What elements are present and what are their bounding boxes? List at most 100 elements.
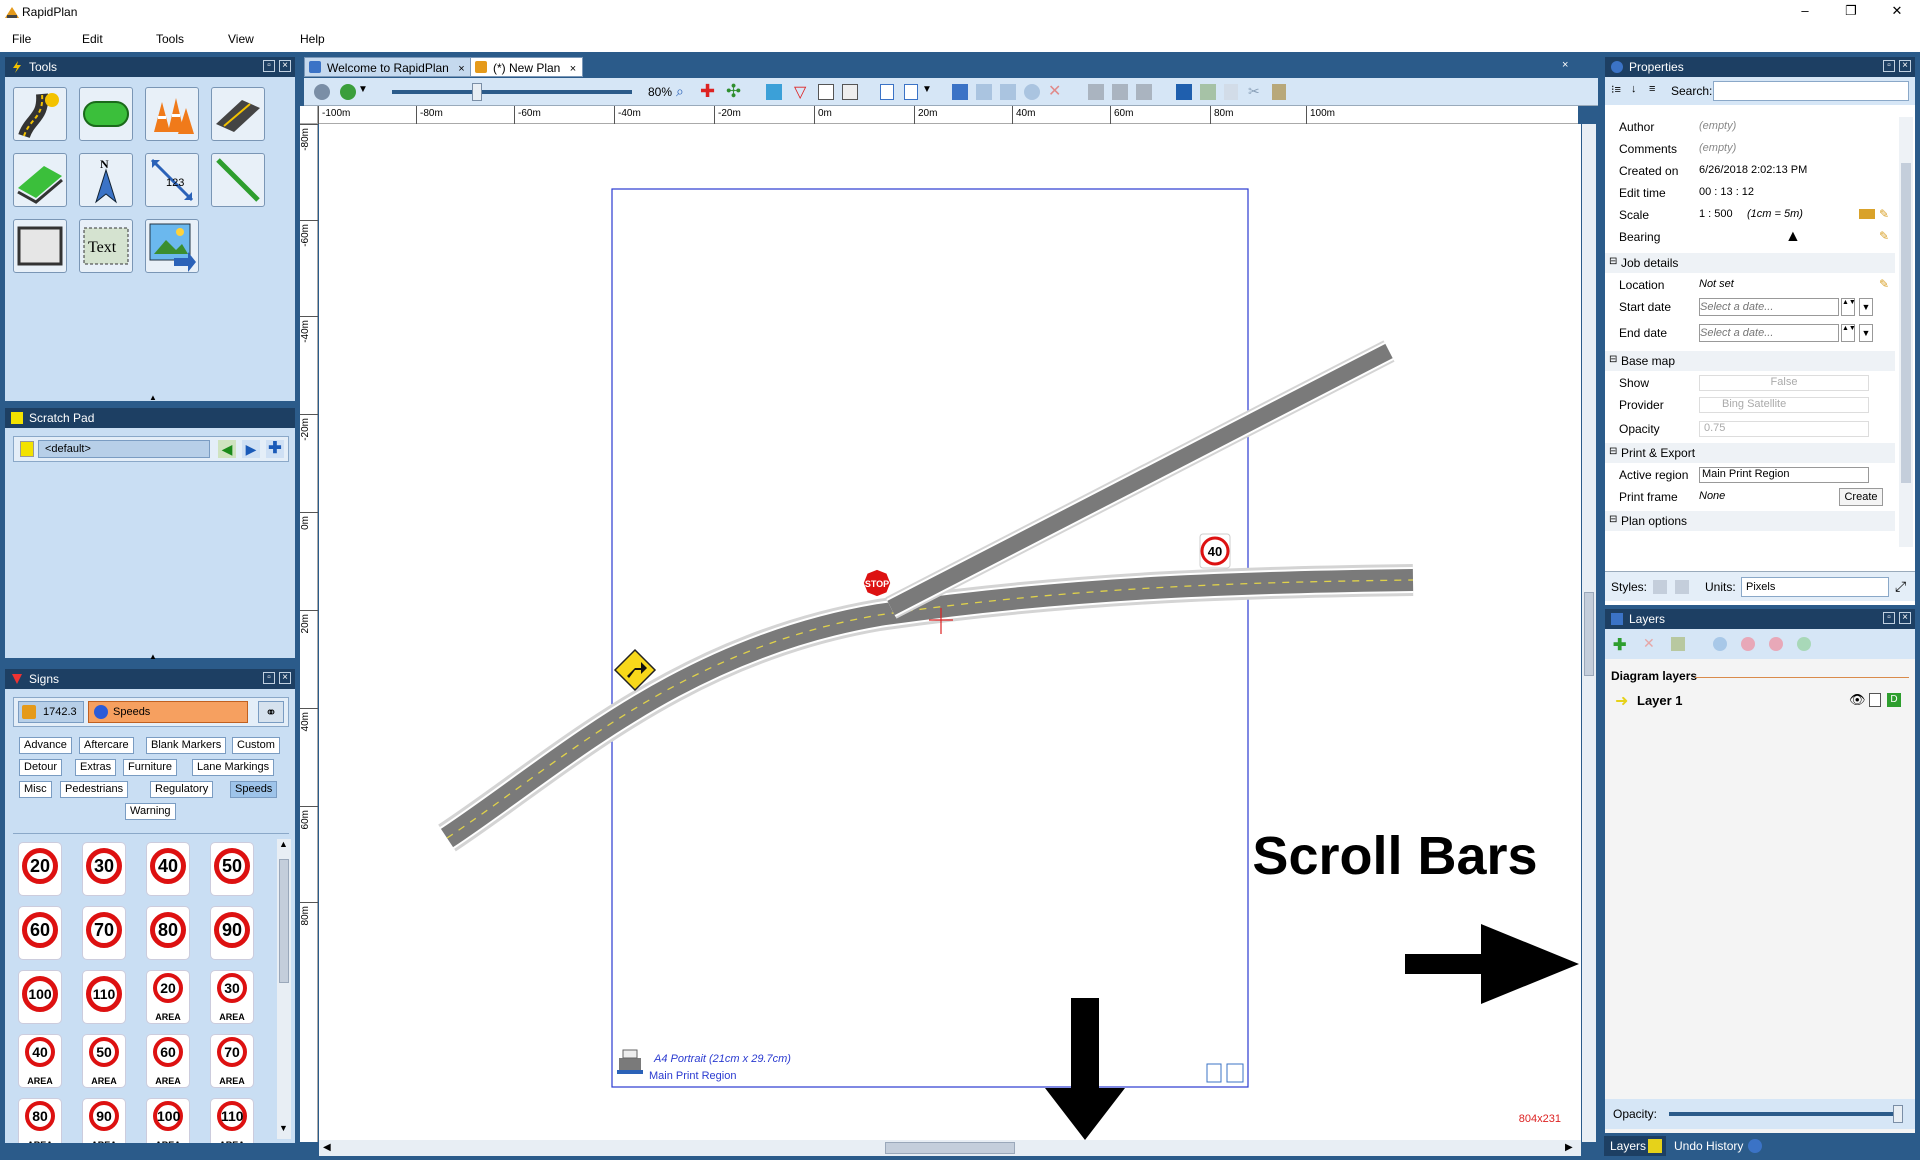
prop-comments[interactable]: Comments (empty) <box>1605 139 1895 159</box>
categorized-icon[interactable]: ⁝≡ <box>1611 83 1621 96</box>
chip-custom[interactable]: Custom <box>232 737 280 754</box>
plan-canvas[interactable]: STOP 40 A4 Portrait (21cm x 29.7cm) Main… <box>319 124 1581 1140</box>
close-tab-icon[interactable]: × <box>570 63 576 75</box>
calendar-dropdown-icon[interactable]: ▼ <box>1859 324 1873 342</box>
chip-furniture[interactable]: Furniture <box>123 759 178 776</box>
copy-icon[interactable] <box>1224 84 1238 100</box>
north-arrow-tool[interactable]: N <box>79 153 133 207</box>
scratch-default-select[interactable]: <default> <box>38 440 210 458</box>
sign-scrollbar[interactable]: ▲ ▼ <box>277 839 291 1139</box>
sign-category-select[interactable]: Speeds <box>88 701 248 723</box>
layer-opacity-thumb[interactable] <box>1893 1105 1903 1123</box>
chip-speeds[interactable]: Speeds <box>230 781 278 798</box>
style-copy-icon[interactable] <box>1675 580 1689 594</box>
section-print-export[interactable]: ⊟ Print & Export <box>1605 443 1895 463</box>
north-icon[interactable]: ✣ <box>726 81 741 102</box>
add-icon[interactable]: ✚ <box>266 440 284 458</box>
rotate-icon[interactable] <box>1024 84 1040 100</box>
paste-icon[interactable] <box>1272 84 1286 100</box>
binoculars-icon[interactable]: ⚭ <box>258 701 284 723</box>
next-arrow-icon[interactable]: ▶ <box>242 440 260 458</box>
opacity-input[interactable]: 0.75 <box>1699 421 1869 437</box>
previous-arrow-icon[interactable]: ◀ <box>218 440 236 458</box>
restore-button[interactable]: ❐ <box>1828 0 1874 24</box>
delete-layer-icon[interactable]: ✕ <box>1643 635 1655 652</box>
create-button[interactable]: Create <box>1839 488 1883 506</box>
scroll-right-icon[interactable]: ▶ <box>1565 1142 1573 1153</box>
list-icon[interactable]: ≡ <box>1649 83 1655 95</box>
grass-tool[interactable] <box>13 153 67 207</box>
delete-icon[interactable]: ✕ <box>1048 81 1061 101</box>
image-layer-icon[interactable] <box>766 84 782 100</box>
speed-sign[interactable]: 40 <box>147 843 189 895</box>
merge-icon[interactable] <box>1769 637 1783 651</box>
map-view-icon[interactable] <box>340 84 356 100</box>
panel-resize-grip[interactable]: ▲ <box>149 652 157 661</box>
chevron-down-icon[interactable]: ▼ <box>358 84 368 95</box>
chip-aftercare[interactable]: Aftercare <box>79 737 134 754</box>
tab-undo-history[interactable]: Undo History <box>1668 1136 1768 1156</box>
menu-help[interactable]: Help <box>300 32 325 46</box>
speed-sign[interactable]: 100 <box>19 971 61 1023</box>
provider-select[interactable]: Bing Satellite <box>1699 397 1869 413</box>
move-down-icon[interactable] <box>1741 637 1755 651</box>
menu-edit[interactable]: Edit <box>82 32 103 46</box>
active-region-select[interactable]: Main Print Region <box>1699 467 1869 483</box>
add-layer-icon[interactable]: ✚ <box>1613 635 1626 655</box>
close-icon[interactable]: × <box>279 672 291 684</box>
align-icon[interactable] <box>1000 84 1016 100</box>
pencil-icon[interactable]: ✎ <box>1879 277 1889 291</box>
zoom-slider-thumb[interactable] <box>472 83 482 101</box>
area-speed-sign[interactable]: 60 AREA <box>147 1035 189 1087</box>
close-icon[interactable]: × <box>1899 60 1911 72</box>
horizontal-scrollbar[interactable]: ◀ ▶ <box>319 1140 1581 1156</box>
properties-scrollbar[interactable] <box>1899 117 1913 547</box>
close-icon[interactable]: × <box>279 60 291 72</box>
island-tool[interactable] <box>79 87 133 141</box>
zoom-slider[interactable] <box>392 90 632 94</box>
panel-resize-grip[interactable]: ▲ <box>149 393 157 402</box>
scroll-thumb[interactable] <box>279 859 289 983</box>
chip-extras[interactable]: Extras <box>75 759 117 776</box>
line-tool[interactable] <box>211 153 265 207</box>
close-window-button[interactable]: ✕ <box>1874 0 1920 24</box>
undo-icon[interactable] <box>1176 84 1192 100</box>
speed-sign[interactable]: 80 <box>147 907 189 959</box>
scroll-up-icon[interactable]: ▲ <box>279 839 288 849</box>
speed-sign[interactable]: 20 <box>19 843 61 895</box>
arrange-icon[interactable] <box>1112 84 1128 100</box>
globe-icon[interactable] <box>314 84 330 100</box>
end-date-input[interactable] <box>1699 324 1839 342</box>
section-base-map[interactable]: ⊟ Base map <box>1605 351 1895 371</box>
pin-icon[interactable]: ▫ <box>263 60 275 72</box>
area-speed-sign[interactable]: 30 AREA <box>211 971 253 1023</box>
scroll-thumb[interactable] <box>1901 163 1911 483</box>
show-toggle[interactable]: False <box>1699 375 1869 391</box>
area-speed-sign[interactable]: 40 AREA <box>19 1035 61 1087</box>
page-icon[interactable] <box>880 84 894 100</box>
order-icon[interactable] <box>1136 84 1152 100</box>
prop-location[interactable]: Location Not set ✎ <box>1605 275 1895 295</box>
scroll-left-icon[interactable]: ◀ <box>323 1142 331 1153</box>
area-speed-sign[interactable]: 70 AREA <box>211 1035 253 1087</box>
tab-welcome[interactable]: Welcome to RapidPlan × <box>304 57 472 77</box>
scroll-thumb[interactable] <box>1584 592 1594 676</box>
redo-icon[interactable] <box>1200 84 1216 100</box>
area-speed-sign[interactable]: 100 AREA <box>147 1099 189 1143</box>
area-speed-sign[interactable]: 90 AREA <box>83 1099 125 1143</box>
lock-icon[interactable] <box>1869 693 1881 707</box>
menu-tools[interactable]: Tools <box>156 32 184 46</box>
image-tool[interactable] <box>145 219 199 273</box>
move-up-icon[interactable] <box>1713 637 1727 651</box>
chevron-down-icon[interactable]: ▼ <box>922 84 932 95</box>
rename-layer-icon[interactable] <box>1671 637 1685 651</box>
chip-pedestrians[interactable]: Pedestrians <box>60 781 129 798</box>
chip-detour[interactable]: Detour <box>19 759 63 776</box>
page-settings-icon[interactable] <box>904 84 918 100</box>
speed-sign[interactable]: 110 <box>83 971 125 1023</box>
area-speed-sign[interactable]: 50 AREA <box>83 1035 125 1087</box>
area-speed-sign[interactable]: 110 AREA <box>211 1099 253 1143</box>
pencil-icon[interactable]: ✎ <box>1879 229 1889 243</box>
duplicate-icon[interactable] <box>1797 637 1811 651</box>
flip-icon[interactable] <box>1088 84 1104 100</box>
